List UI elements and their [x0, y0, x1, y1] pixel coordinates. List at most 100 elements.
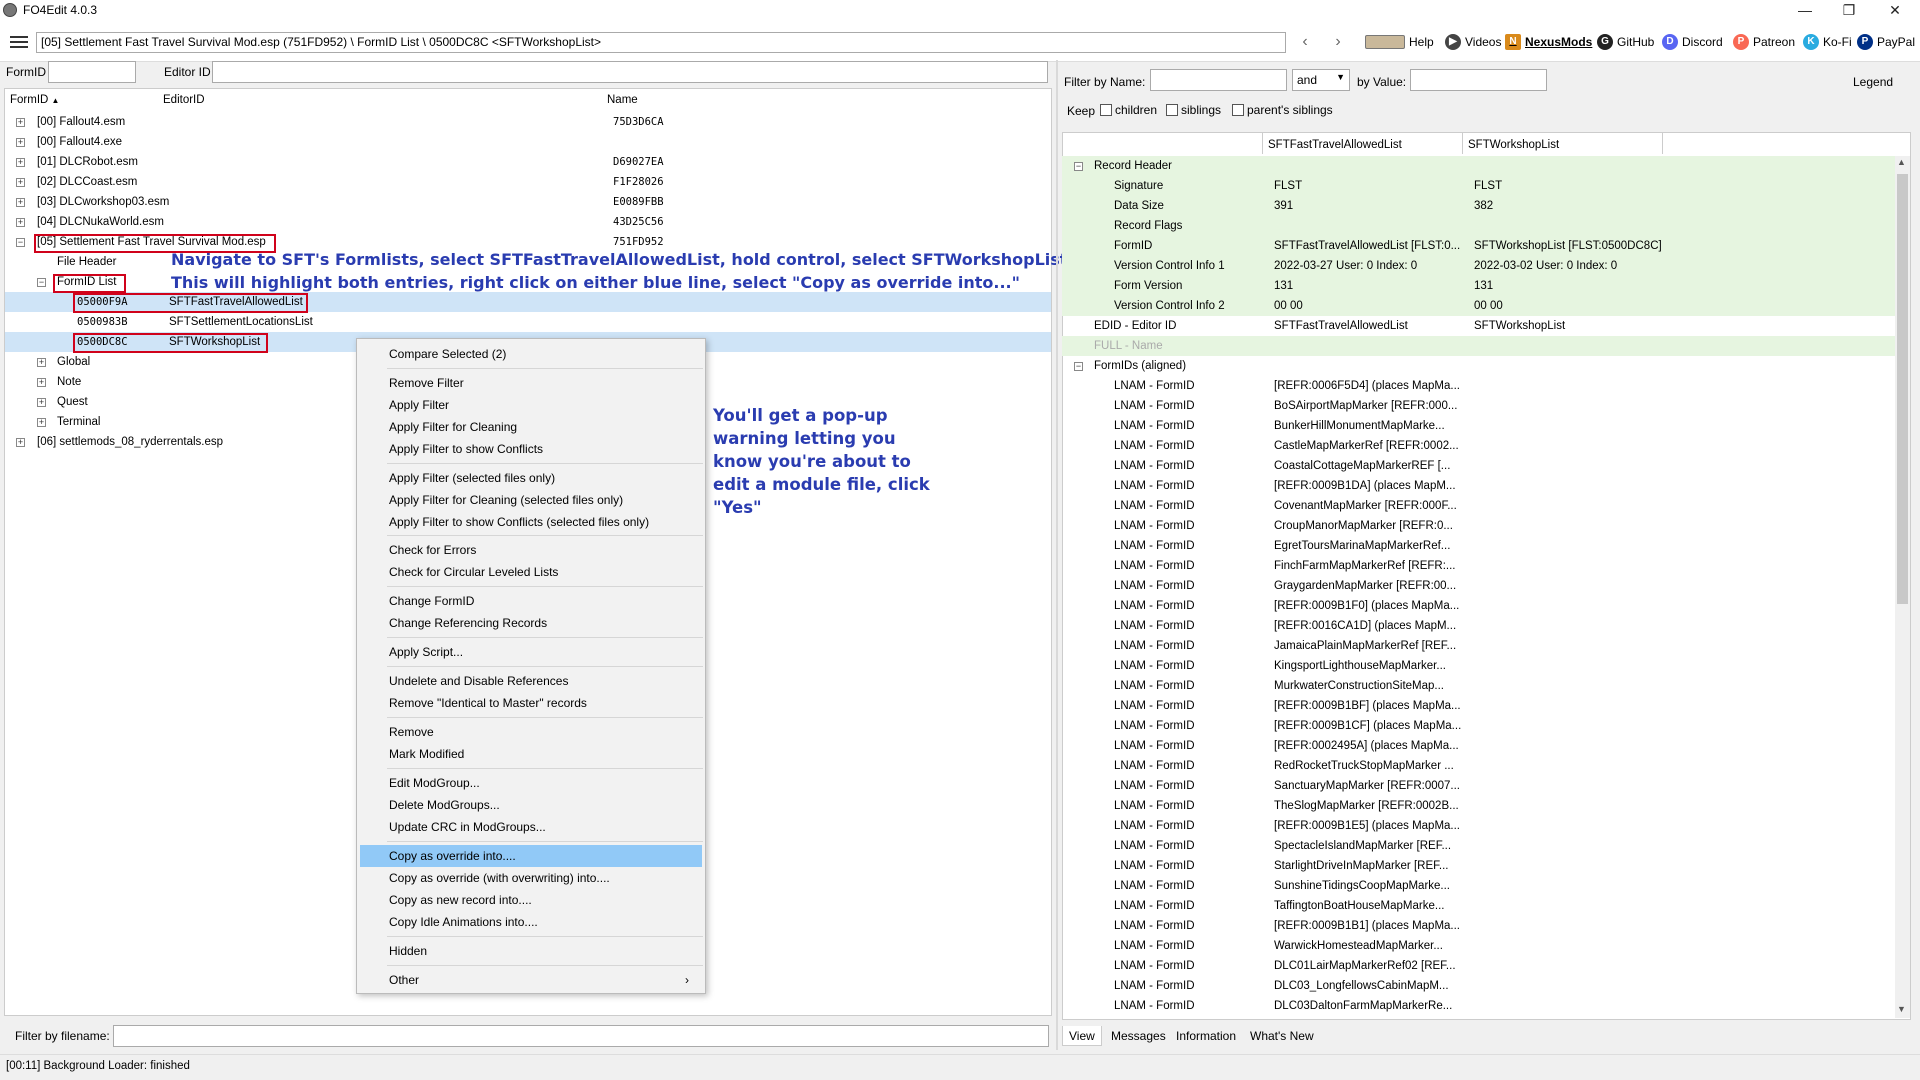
record-row[interactable]: Version Control Info 2 00 00 00 00: [1062, 296, 1897, 316]
lnam-row[interactable]: LNAM - FormID TaffingtonBoatHouseMapMarke…: [1062, 896, 1897, 916]
menu-edit-modgroup[interactable]: Edit ModGroup...: [357, 772, 705, 794]
menu-change-formid[interactable]: Change FormID: [357, 590, 705, 612]
formid-filter-input[interactable]: [48, 61, 136, 83]
menu-delete-modgroups[interactable]: Delete ModGroups...: [357, 794, 705, 816]
record-row[interactable]: Form Version 131 131: [1062, 276, 1897, 296]
lnam-row[interactable]: LNAM - FormID BoSAirportMapMarker [REFR:0…: [1062, 396, 1897, 416]
lnam-row[interactable]: LNAM - FormID [REFR:0002495A] (places Map…: [1062, 736, 1897, 756]
menu-copy-as-override[interactable]: Copy as override into....: [360, 845, 702, 867]
menu-apply-script[interactable]: Apply Script...: [357, 641, 705, 663]
col-header-editorid[interactable]: EditorID: [163, 94, 205, 106]
lnam-row[interactable]: LNAM - FormID DLC03DaltonFarmMapMarkerRe.…: [1062, 996, 1897, 1016]
menu-other[interactable]: Other ›: [357, 969, 705, 991]
lnam-row[interactable]: LNAM - FormID KingsportLighthouseMapMarke…: [1062, 656, 1897, 676]
lnam-row[interactable]: LNAM - FormID GraygardenMapMarker [REFR:0…: [1062, 576, 1897, 596]
scrollbar-thumb[interactable]: [1897, 174, 1908, 604]
github-link[interactable]: G GitHub: [1597, 33, 1654, 51]
keep-siblings-checkbox[interactable]: siblings: [1166, 103, 1221, 117]
lnam-row[interactable]: LNAM - FormID DLC03_LongfellowsCabinMapM.…: [1062, 976, 1897, 996]
legend-button[interactable]: Legend: [1853, 75, 1893, 89]
col-header-name[interactable]: Name: [607, 94, 638, 106]
tab-information[interactable]: Information: [1170, 1026, 1242, 1046]
close-icon[interactable]: ✕: [1872, 0, 1918, 20]
filename-filter-input[interactable]: [113, 1025, 1049, 1047]
menu-remove-itm[interactable]: Remove "Identical to Master" records: [357, 692, 705, 714]
keep-children-checkbox[interactable]: children: [1100, 103, 1157, 117]
tree-row[interactable]: 0500983B SFTSettlementLocationsList: [5, 312, 1051, 332]
lnam-row[interactable]: LNAM - FormID TheSlogMapMarker [REFR:0002…: [1062, 796, 1897, 816]
menu-apply-filter-cleaning[interactable]: Apply Filter for Cleaning: [357, 416, 705, 438]
lnam-row[interactable]: LNAM - FormID CastleMapMarkerRef [REFR:00…: [1062, 436, 1897, 456]
back-arrow-icon[interactable]: ‹: [1295, 32, 1315, 52]
lnam-row[interactable]: LNAM - FormID [REFR:0009B1DA] (places Map…: [1062, 476, 1897, 496]
discord-link[interactable]: D Discord: [1662, 33, 1723, 51]
paypal-link[interactable]: P PayPal: [1857, 33, 1915, 51]
tree-row[interactable]: + [01] DLCRobot.esm D69027EA: [5, 152, 1051, 172]
record-row[interactable]: Signature FLST FLST: [1062, 176, 1897, 196]
tree-row[interactable]: + [03] DLCworkshop03.esm E0089FBB: [5, 192, 1051, 212]
lnam-row[interactable]: LNAM - FormID WarwickHomesteadMapMarker..…: [1062, 936, 1897, 956]
record-row[interactable]: EDID - Editor ID SFTFastTravelAllowedList…: [1062, 316, 1897, 336]
lnam-row[interactable]: LNAM - FormID RedRocketTruckStopMapMarker…: [1062, 756, 1897, 776]
record-row[interactable]: FormID SFTFastTravelAllowedList [FLST:0..…: [1062, 236, 1897, 256]
lnam-row[interactable]: LNAM - FormID BunkerHillMonumentMapMarke.…: [1062, 416, 1897, 436]
scroll-down-icon[interactable]: ▼: [1897, 1004, 1906, 1014]
menu-apply-filter-selected[interactable]: Apply Filter (selected files only): [357, 467, 705, 489]
menu-update-crc[interactable]: Update CRC in ModGroups...: [357, 816, 705, 838]
lnam-row[interactable]: LNAM - FormID CroupManorMapMarker [REFR:0…: [1062, 516, 1897, 536]
filter-by-value-input[interactable]: [1410, 69, 1547, 91]
record-row-header[interactable]: − Record Header: [1062, 156, 1897, 176]
minimize-icon[interactable]: —: [1782, 0, 1828, 20]
videos-link[interactable]: ▶ Videos: [1445, 33, 1501, 51]
menu-check-errors[interactable]: Check for Errors: [357, 539, 705, 561]
lnam-row[interactable]: LNAM - FormID [REFR:0009B1CF] (places Map…: [1062, 716, 1897, 736]
menu-apply-filter-conflicts-selected[interactable]: Apply Filter to show Conflicts (selected…: [357, 511, 705, 533]
help-link[interactable]: Help: [1365, 33, 1434, 51]
menu-undelete-disable[interactable]: Undelete and Disable References: [357, 670, 705, 692]
patreon-link[interactable]: P Patreon: [1733, 33, 1795, 51]
lnam-row[interactable]: LNAM - FormID SpectacleIslandMapMarker [R…: [1062, 836, 1897, 856]
filter-operator-select[interactable]: and ▼: [1292, 69, 1350, 91]
lnam-row[interactable]: LNAM - FormID [REFR:0009B1E5] (places Map…: [1062, 816, 1897, 836]
menu-copy-override-overwriting[interactable]: Copy as override (with overwriting) into…: [357, 867, 705, 889]
filter-by-name-input[interactable]: [1150, 69, 1287, 91]
tree-row[interactable]: + [00] Fallout4.esm 75D3D6CA: [5, 112, 1051, 132]
menu-copy-new-record[interactable]: Copy as new record into....: [357, 889, 705, 911]
menu-apply-filter-cleaning-selected[interactable]: Apply Filter for Cleaning (selected file…: [357, 489, 705, 511]
restore-icon[interactable]: ❐: [1826, 0, 1872, 20]
menu-apply-filter-conflicts[interactable]: Apply Filter to show Conflicts: [357, 438, 705, 460]
lnam-row[interactable]: LNAM - FormID CovenantMapMarker [REFR:000…: [1062, 496, 1897, 516]
tree-row[interactable]: + [04] DLCNukaWorld.esm 43D25C56: [5, 212, 1051, 232]
lnam-row[interactable]: LNAM - FormID JamaicaPlainMapMarkerRef [R…: [1062, 636, 1897, 656]
record-path-field[interactable]: [05] Settlement Fast Travel Survival Mod…: [36, 32, 1286, 53]
lnam-row[interactable]: LNAM - FormID MurkwaterConstructionSiteMa…: [1062, 676, 1897, 696]
menu-change-referencing[interactable]: Change Referencing Records: [357, 612, 705, 634]
tree-row[interactable]: + [00] Fallout4.exe: [5, 132, 1051, 152]
hamburger-menu-icon[interactable]: [10, 36, 28, 48]
keep-parents-siblings-checkbox[interactable]: parent's siblings: [1232, 103, 1333, 117]
record-row[interactable]: Data Size 391 382: [1062, 196, 1897, 216]
record-row[interactable]: Version Control Info 1 2022-03-27 User: 0…: [1062, 256, 1897, 276]
lnam-row[interactable]: LNAM - FormID [REFR:0009B1F0] (places Map…: [1062, 596, 1897, 616]
lnam-row[interactable]: LNAM - FormID StarlightDriveInMapMarker […: [1062, 856, 1897, 876]
lnam-row[interactable]: LNAM - FormID [REFR:0006F5D4] (places Map…: [1062, 376, 1897, 396]
lnam-row[interactable]: LNAM - FormID [REFR:0009B1BF] (places Map…: [1062, 696, 1897, 716]
record-row-empty[interactable]: FULL - Name: [1062, 336, 1897, 356]
lnam-row[interactable]: LNAM - FormID CoastalCottageMapMarkerREF …: [1062, 456, 1897, 476]
menu-copy-idle-animations[interactable]: Copy Idle Animations into....: [357, 911, 705, 933]
lnam-row[interactable]: LNAM - FormID [REFR:0016CA1D] (places Map…: [1062, 616, 1897, 636]
tab-whats-new[interactable]: What's New: [1244, 1026, 1320, 1046]
menu-remove[interactable]: Remove: [357, 721, 705, 743]
col-header-formid[interactable]: FormID ▲: [10, 94, 59, 106]
menu-remove-filter[interactable]: Remove Filter: [357, 372, 705, 394]
lnam-row[interactable]: LNAM - FormID [REFR:0009B1B1] (places Map…: [1062, 916, 1897, 936]
menu-apply-filter[interactable]: Apply Filter: [357, 394, 705, 416]
record-row-formids[interactable]: − FormIDs (aligned): [1062, 356, 1897, 376]
menu-hidden[interactable]: Hidden: [357, 940, 705, 962]
tab-messages[interactable]: Messages: [1105, 1026, 1172, 1046]
menu-compare-selected[interactable]: Compare Selected (2): [357, 343, 705, 365]
tree-row[interactable]: + [02] DLCCoast.esm F1F28026: [5, 172, 1051, 192]
record-column-header[interactable]: SFTWorkshopList: [1468, 139, 1559, 151]
kofi-link[interactable]: K Ko-Fi: [1803, 33, 1852, 51]
menu-check-circular[interactable]: Check for Circular Leveled Lists: [357, 561, 705, 583]
